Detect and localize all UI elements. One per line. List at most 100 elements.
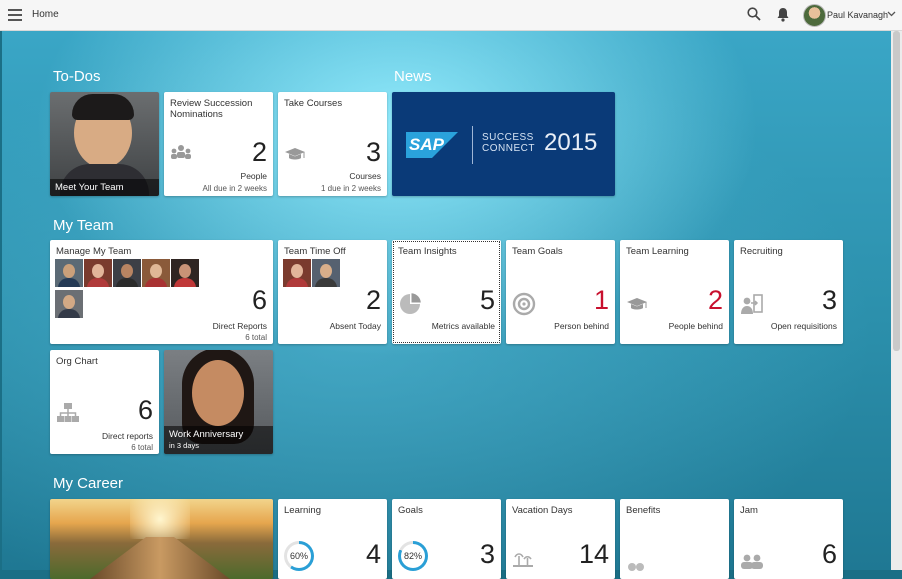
progress-label: 82% [401,544,425,568]
tile-value: 6 [251,285,267,315]
team-time-off-tile[interactable]: Team Time Off 2 Absent Today [278,240,387,344]
progress-ring: 82% [398,541,428,571]
tile-unit: Direct reports [101,431,153,441]
review-succession-tile[interactable]: Review Succession Nominations 2 People A… [164,92,273,196]
chevron-down-icon[interactable] [887,9,896,18]
tile-unit: Absent Today [329,321,381,331]
boardwalk-image [90,537,230,579]
tile-unit: Open requisitions [770,321,837,331]
take-courses-tile[interactable]: Take Courses 3 Courses 1 due in 2 weeks [278,92,387,196]
news-line-connect: CONNECT [482,143,535,154]
sap-logo-text: SAP [409,135,444,154]
user-avatar[interactable] [803,4,826,27]
tile-title: Team Goals [512,246,563,257]
section-title-todos: To-Dos [53,68,101,85]
org-chart-icon [57,403,79,422]
tile-title: Learning [284,505,321,516]
tile-value: 6 [821,539,837,569]
tile-value: 2 [251,137,267,167]
tile-value: 3 [821,285,837,315]
beach-icon [513,553,533,567]
team-member-avatar [55,290,83,318]
tile-value: 3 [479,539,495,569]
tile-value: 3 [365,137,381,167]
progress-label: 60% [287,544,311,568]
team-member-avatar [142,259,170,287]
user-name[interactable]: Paul Kavanagh [827,10,888,20]
tile-footer: All due in 2 weeks [202,184,267,193]
tile-value: 4 [365,539,381,569]
tile-footer: 6 total [245,333,267,342]
tile-title: Team Learning [626,246,689,257]
tile-footer: 6 total [131,443,153,452]
manage-my-team-tile[interactable]: Manage My Team 6 Direct Reports 6 total [50,240,273,344]
tile-title: Team Time Off [284,246,346,257]
tile-value: 5 [479,285,495,315]
search-icon[interactable] [747,7,761,21]
tile-caption: Meet Your Team [50,179,159,196]
tile-unit: People [240,171,267,181]
tile-footer: 1 due in 2 weeks [320,184,381,193]
people-icon [171,145,191,159]
career-photo-tile[interactable] [50,499,273,579]
tile-value: 2 [707,285,723,315]
team-member-avatar [283,259,311,287]
vacation-days-tile[interactable]: Vacation Days 14 [506,499,615,579]
tile-title: Recruiting [740,246,783,257]
news-year: 2015 [544,129,598,156]
tile-unit: Person behind [554,321,609,331]
tile-title: Review Succession Nominations [170,98,253,120]
tile-title: Take Courses [284,98,343,109]
recruiting-tile[interactable]: Recruiting 3 Open requisitions [734,240,843,344]
section-title-my-career: My Career [53,475,124,492]
jam-tile[interactable]: Jam 6 [734,499,843,579]
people-icon [741,554,763,569]
team-member-avatar [312,259,340,287]
tile-value: 2 [365,285,381,315]
tile-unit: Metrics available [431,321,495,331]
team-member-avatar [113,259,141,287]
graduation-cap-icon [285,148,305,160]
tile-value: 14 [578,539,609,569]
tile-unit: Direct Reports [212,321,267,331]
work-anniversary-tile[interactable]: Work Anniversary in 3 days [164,350,273,454]
tile-unit: People behind [668,321,723,331]
tile-title: Manage My Team [56,246,132,257]
home-link[interactable]: Home [32,9,59,20]
learning-tile[interactable]: Learning 60% 4 [278,499,387,579]
section-title-my-team: My Team [53,217,114,234]
team-member-avatar [84,259,112,287]
pie-chart-icon [400,293,421,314]
team-member-avatar [171,259,199,287]
goals-tile[interactable]: Goals 82% 3 [392,499,501,579]
news-success-connect-tile[interactable]: SAP SUCCESS CONNECT 2015 [392,92,615,196]
tile-title: Org Chart [56,356,98,367]
target-icon [512,292,536,316]
meet-your-team-tile[interactable]: Meet Your Team [50,92,159,196]
person-entry-icon [741,294,763,314]
tile-title: Benefits [626,505,661,516]
shell-header: Home Paul Kavanagh [0,0,902,31]
team-learning-tile[interactable]: Team Learning 2 People behind [620,240,729,344]
graduation-cap-icon [627,298,647,310]
benefits-tile[interactable]: Benefits [620,499,729,579]
tile-value: 6 [137,395,153,425]
tile-title: Team Insights [398,246,457,257]
tile-unit: Courses [349,171,381,181]
team-member-avatar [55,259,83,287]
menu-icon[interactable] [8,9,22,21]
tile-title: Vacation Days [512,505,573,516]
bell-icon[interactable] [776,7,790,22]
tile-caption: Work Anniversary [169,429,244,440]
tile-title: Jam [740,505,758,516]
org-chart-tile[interactable]: Org Chart 6 Direct reports 6 total [50,350,159,454]
news-line-success: SUCCESS [482,132,534,143]
benefits-icon [628,563,644,571]
team-goals-tile[interactable]: Team Goals 1 Person behind [506,240,615,344]
tile-value: 1 [593,285,609,315]
team-insights-tile[interactable]: Team Insights 5 Metrics available [392,240,501,344]
section-title-news: News [394,68,432,85]
scrollbar[interactable] [891,31,902,570]
tile-subcaption: in 3 days [169,441,200,450]
progress-ring: 60% [284,541,314,571]
